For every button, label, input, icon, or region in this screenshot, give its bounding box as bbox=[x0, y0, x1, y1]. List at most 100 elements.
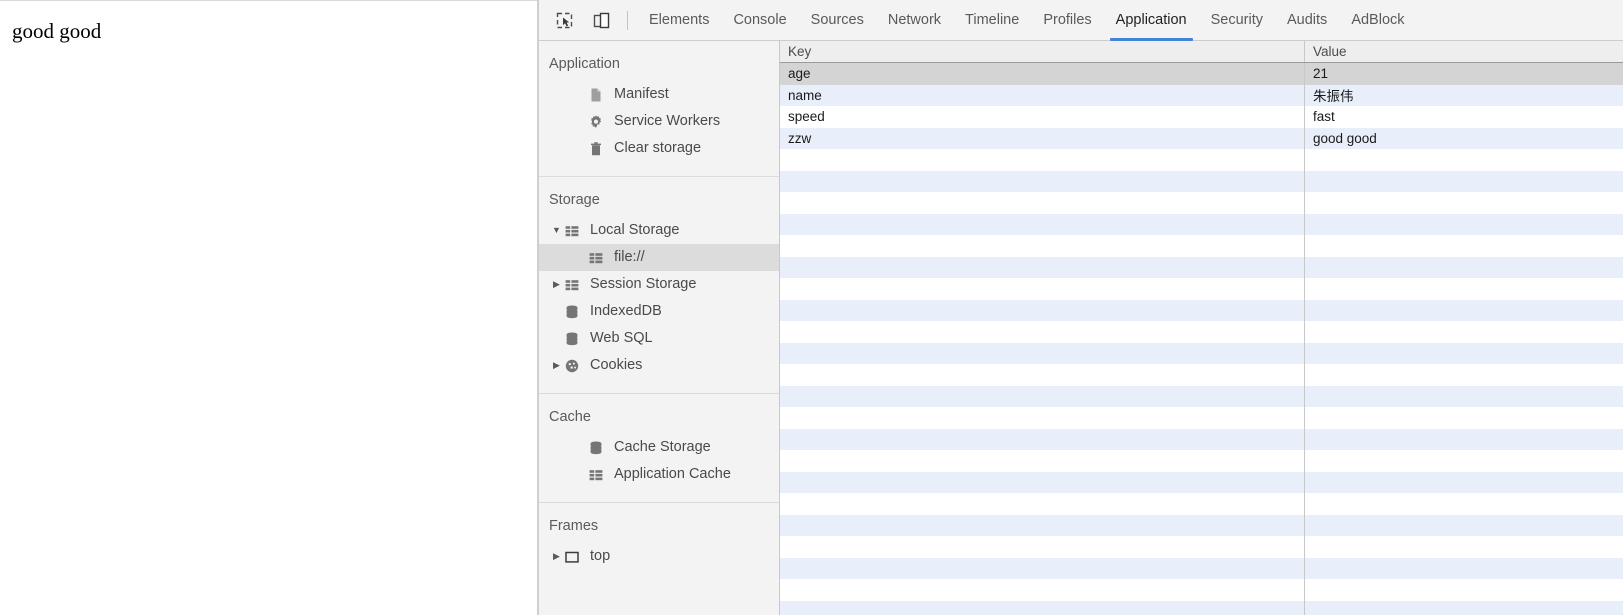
cell-value[interactable] bbox=[1305, 171, 1623, 193]
table-row-empty[interactable] bbox=[780, 514, 1623, 537]
cell-value[interactable] bbox=[1305, 278, 1623, 300]
tab-profiles[interactable]: Profiles bbox=[1031, 0, 1103, 41]
cell-key[interactable] bbox=[780, 385, 1305, 407]
cell-key[interactable] bbox=[780, 471, 1305, 493]
cell-value[interactable] bbox=[1305, 257, 1623, 279]
table-row-empty[interactable] bbox=[780, 471, 1623, 494]
sidebar-item-manifest[interactable]: Manifest bbox=[539, 81, 779, 108]
inspect-element-icon[interactable] bbox=[549, 6, 579, 34]
cell-key[interactable] bbox=[780, 256, 1305, 278]
table-row-empty[interactable] bbox=[780, 299, 1623, 322]
column-header-value[interactable]: Value bbox=[1305, 41, 1623, 62]
table-row-empty[interactable] bbox=[780, 450, 1623, 472]
cell-value[interactable] bbox=[1305, 515, 1623, 537]
cell-key[interactable] bbox=[780, 213, 1305, 235]
tab-elements[interactable]: Elements bbox=[637, 0, 721, 41]
cell-value[interactable] bbox=[1305, 472, 1623, 494]
cell-key[interactable] bbox=[780, 428, 1305, 450]
cell-key[interactable]: name bbox=[780, 84, 1305, 106]
cell-key[interactable] bbox=[780, 342, 1305, 364]
cell-key[interactable] bbox=[780, 514, 1305, 536]
table-row[interactable]: speed fast bbox=[780, 106, 1623, 128]
sidebar-item-top[interactable]: ▶ top bbox=[539, 543, 779, 570]
sidebar-item-clear-storage[interactable]: Clear storage bbox=[539, 135, 779, 162]
cell-key[interactable] bbox=[780, 278, 1305, 300]
tab-security[interactable]: Security bbox=[1199, 0, 1275, 41]
table-row-empty[interactable] bbox=[780, 557, 1623, 580]
table-row[interactable]: zzw good good bbox=[780, 127, 1623, 150]
cell-key[interactable] bbox=[780, 235, 1305, 257]
cell-value[interactable] bbox=[1305, 386, 1623, 408]
cell-key[interactable]: zzw bbox=[780, 127, 1305, 149]
table-row-empty[interactable] bbox=[780, 213, 1623, 236]
sidebar-item-file[interactable]: file:// bbox=[539, 244, 779, 271]
cell-value[interactable] bbox=[1305, 214, 1623, 236]
table-row-empty[interactable] bbox=[780, 192, 1623, 214]
cell-key[interactable] bbox=[780, 557, 1305, 579]
cell-key[interactable] bbox=[780, 407, 1305, 429]
cell-key[interactable] bbox=[780, 493, 1305, 515]
tab-application[interactable]: Application bbox=[1104, 0, 1199, 41]
table-row-empty[interactable] bbox=[780, 493, 1623, 515]
table-row-empty[interactable] bbox=[780, 600, 1623, 615]
tab-sources[interactable]: Sources bbox=[799, 0, 876, 41]
cell-value[interactable] bbox=[1305, 364, 1623, 386]
cell-value[interactable] bbox=[1305, 343, 1623, 365]
cell-value[interactable] bbox=[1305, 321, 1623, 343]
table-row-empty[interactable] bbox=[780, 536, 1623, 558]
tab-network[interactable]: Network bbox=[876, 0, 953, 41]
table-row-empty[interactable] bbox=[780, 170, 1623, 193]
cell-value[interactable] bbox=[1305, 300, 1623, 322]
cell-key[interactable] bbox=[780, 170, 1305, 192]
chevron-right-icon[interactable]: ▶ bbox=[549, 361, 564, 370]
cell-value[interactable] bbox=[1305, 149, 1623, 171]
cell-key[interactable] bbox=[780, 450, 1305, 472]
cell-value[interactable] bbox=[1305, 558, 1623, 580]
sidebar-item-service-workers[interactable]: Service Workers bbox=[539, 108, 779, 135]
table-row-empty[interactable] bbox=[780, 342, 1623, 365]
cell-key[interactable] bbox=[780, 299, 1305, 321]
cell-value[interactable] bbox=[1305, 192, 1623, 214]
cell-value[interactable] bbox=[1305, 235, 1623, 257]
table-row-empty[interactable] bbox=[780, 321, 1623, 343]
table-row-empty[interactable] bbox=[780, 235, 1623, 257]
chevron-right-icon[interactable]: ▶ bbox=[549, 280, 564, 289]
cell-value[interactable]: 朱振伟 bbox=[1305, 85, 1623, 107]
table-row[interactable]: age 21 bbox=[780, 63, 1623, 85]
table-row-empty[interactable] bbox=[780, 256, 1623, 279]
cell-key[interactable] bbox=[780, 579, 1305, 601]
table-row-empty[interactable] bbox=[780, 149, 1623, 171]
table-row-empty[interactable] bbox=[780, 364, 1623, 386]
device-toolbar-icon[interactable] bbox=[586, 6, 616, 34]
chevron-down-icon[interactable]: ▼ bbox=[549, 226, 564, 235]
tab-adblock[interactable]: AdBlock bbox=[1339, 0, 1416, 41]
table-row-empty[interactable] bbox=[780, 428, 1623, 450]
column-header-key[interactable]: Key bbox=[780, 41, 1305, 62]
cell-value[interactable] bbox=[1305, 536, 1623, 558]
cell-key[interactable]: speed bbox=[780, 106, 1305, 128]
sidebar-item-indexeddb[interactable]: IndexedDB bbox=[539, 298, 779, 325]
table-row-empty[interactable] bbox=[780, 579, 1623, 601]
sidebar-item-cache-storage[interactable]: Cache Storage bbox=[539, 434, 779, 461]
tab-audits[interactable]: Audits bbox=[1275, 0, 1339, 41]
cell-value[interactable]: fast bbox=[1305, 106, 1623, 128]
table-row-empty[interactable] bbox=[780, 278, 1623, 300]
sidebar-item-local-storage[interactable]: ▼ Local Storage bbox=[539, 217, 779, 244]
cell-key[interactable] bbox=[780, 364, 1305, 386]
cell-value[interactable] bbox=[1305, 579, 1623, 601]
sidebar-item-session-storage[interactable]: ▶ Session Storage bbox=[539, 271, 779, 298]
chevron-right-icon[interactable]: ▶ bbox=[549, 552, 564, 561]
cell-value[interactable]: good good bbox=[1305, 128, 1623, 150]
cell-key[interactable] bbox=[780, 192, 1305, 214]
cell-key[interactable] bbox=[780, 321, 1305, 343]
table-row-empty[interactable] bbox=[780, 407, 1623, 429]
cell-value[interactable]: 21 bbox=[1305, 63, 1623, 85]
cell-key[interactable] bbox=[780, 600, 1305, 615]
sidebar-item-cookies[interactable]: ▶ Cookies bbox=[539, 352, 779, 379]
cell-value[interactable] bbox=[1305, 601, 1623, 615]
tab-timeline[interactable]: Timeline bbox=[953, 0, 1031, 41]
cell-key[interactable] bbox=[780, 149, 1305, 171]
sidebar-item-application-cache[interactable]: Application Cache bbox=[539, 461, 779, 488]
cell-key[interactable] bbox=[780, 536, 1305, 558]
cell-key[interactable]: age bbox=[780, 63, 1305, 85]
